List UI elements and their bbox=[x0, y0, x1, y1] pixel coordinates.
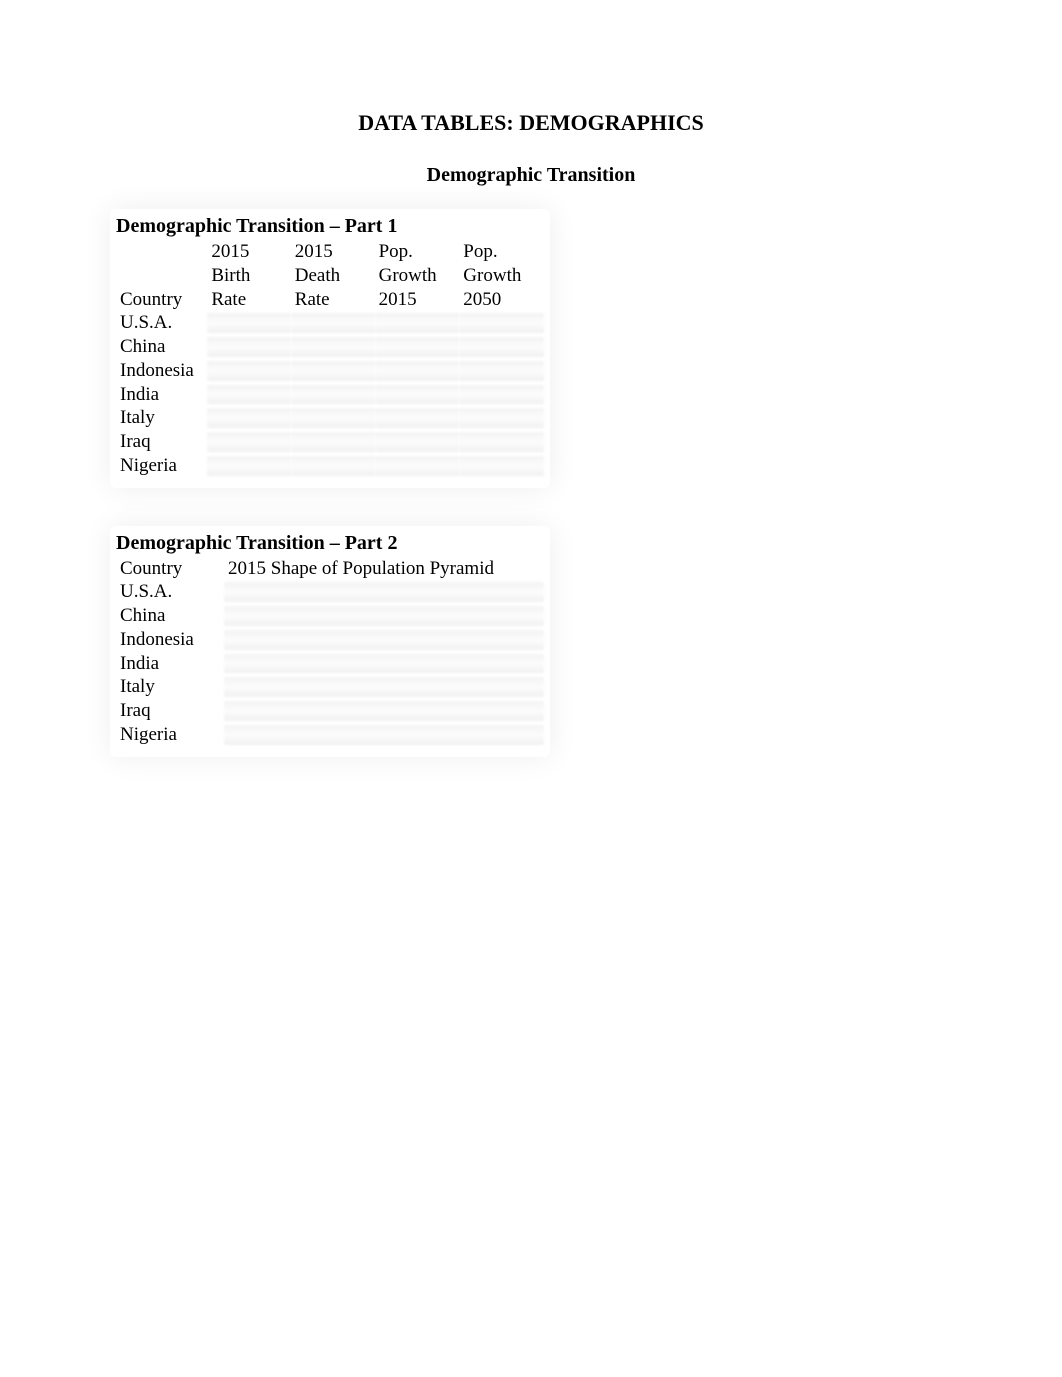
country-cell: India bbox=[116, 383, 207, 407]
table2-title: Demographic Transition – Part 2 bbox=[116, 532, 544, 555]
blurred-cell bbox=[291, 359, 375, 383]
table1-card: Demographic Transition – Part 1 Country … bbox=[110, 209, 550, 488]
table-row: Iraq bbox=[116, 699, 544, 723]
table1-header-pop-growth-2015: Pop. Growth 2015 bbox=[375, 238, 460, 311]
blurred-cell bbox=[375, 311, 460, 335]
table-row: Indonesia bbox=[116, 628, 544, 652]
country-cell: Iraq bbox=[116, 430, 207, 454]
blurred-cell bbox=[207, 406, 290, 430]
table-row: Indonesia bbox=[116, 359, 544, 383]
table2-body: U.S.A. China Indonesia India Italy bbox=[116, 580, 544, 746]
blurred-cell bbox=[459, 383, 544, 407]
blurred-cell bbox=[375, 359, 460, 383]
blurred-cell bbox=[375, 406, 460, 430]
country-cell: China bbox=[116, 604, 224, 628]
table-row: China bbox=[116, 604, 544, 628]
table2: Country 2015 Shape of Population Pyramid… bbox=[116, 555, 544, 747]
country-cell: China bbox=[116, 335, 207, 359]
blurred-cell bbox=[224, 652, 544, 676]
country-cell: Nigeria bbox=[116, 454, 207, 478]
country-cell: Italy bbox=[116, 675, 224, 699]
table-row: Iraq bbox=[116, 430, 544, 454]
blurred-cell bbox=[291, 454, 375, 478]
blurred-cell bbox=[291, 335, 375, 359]
blurred-cell bbox=[459, 335, 544, 359]
blurred-cell bbox=[459, 430, 544, 454]
table-row: U.S.A. bbox=[116, 580, 544, 604]
document-page: DATA TABLES: DEMOGRAPHICS Demographic Tr… bbox=[0, 0, 1062, 1377]
table-row: China bbox=[116, 335, 544, 359]
page-title: DATA TABLES: DEMOGRAPHICS bbox=[110, 110, 952, 136]
blurred-cell bbox=[375, 454, 460, 478]
blurred-cell bbox=[224, 675, 544, 699]
table1: Country 2015 Birth Rate 2015 Death Rate … bbox=[116, 238, 544, 478]
blurred-cell bbox=[224, 604, 544, 628]
table-row: India bbox=[116, 652, 544, 676]
table1-header-birth-rate: 2015 Birth Rate bbox=[207, 238, 290, 311]
blurred-cell bbox=[291, 383, 375, 407]
table-row: Nigeria bbox=[116, 723, 544, 747]
table1-title: Demographic Transition – Part 1 bbox=[116, 215, 544, 238]
table2-header-country: Country bbox=[116, 555, 224, 581]
blurred-cell bbox=[375, 335, 460, 359]
blurred-cell bbox=[375, 383, 460, 407]
country-cell: U.S.A. bbox=[116, 311, 207, 335]
blurred-cell bbox=[207, 383, 290, 407]
blurred-cell bbox=[459, 454, 544, 478]
blurred-cell bbox=[207, 311, 290, 335]
table1-header-pop-growth-2050: Pop. Growth 2050 bbox=[459, 238, 544, 311]
section-title: Demographic Transition bbox=[110, 164, 952, 187]
table1-header-country: Country bbox=[116, 238, 207, 311]
country-cell: U.S.A. bbox=[116, 580, 224, 604]
country-cell: Iraq bbox=[116, 699, 224, 723]
blurred-cell bbox=[207, 335, 290, 359]
table-row: U.S.A. bbox=[116, 311, 544, 335]
country-cell: India bbox=[116, 652, 224, 676]
table2-header-shape: 2015 Shape of Population Pyramid bbox=[224, 555, 544, 581]
table1-body: U.S.A. China Indonesia bbox=[116, 311, 544, 477]
table-row: Nigeria bbox=[116, 454, 544, 478]
table-row: India bbox=[116, 383, 544, 407]
blurred-cell bbox=[459, 359, 544, 383]
blurred-cell bbox=[291, 311, 375, 335]
blurred-cell bbox=[207, 359, 290, 383]
country-cell: Indonesia bbox=[116, 628, 224, 652]
table-row: Italy bbox=[116, 406, 544, 430]
blurred-cell bbox=[291, 430, 375, 454]
blurred-cell bbox=[459, 311, 544, 335]
blurred-cell bbox=[224, 580, 544, 604]
country-cell: Italy bbox=[116, 406, 207, 430]
blurred-cell bbox=[459, 406, 544, 430]
blurred-cell bbox=[207, 454, 290, 478]
country-cell: Nigeria bbox=[116, 723, 224, 747]
blurred-cell bbox=[207, 430, 290, 454]
table2-card: Demographic Transition – Part 2 Country … bbox=[110, 526, 550, 757]
blurred-cell bbox=[224, 723, 544, 747]
blurred-cell bbox=[291, 406, 375, 430]
blurred-cell bbox=[224, 699, 544, 723]
table-row: Italy bbox=[116, 675, 544, 699]
country-cell: Indonesia bbox=[116, 359, 207, 383]
blurred-cell bbox=[224, 628, 544, 652]
table1-header-death-rate: 2015 Death Rate bbox=[291, 238, 375, 311]
blurred-cell bbox=[375, 430, 460, 454]
